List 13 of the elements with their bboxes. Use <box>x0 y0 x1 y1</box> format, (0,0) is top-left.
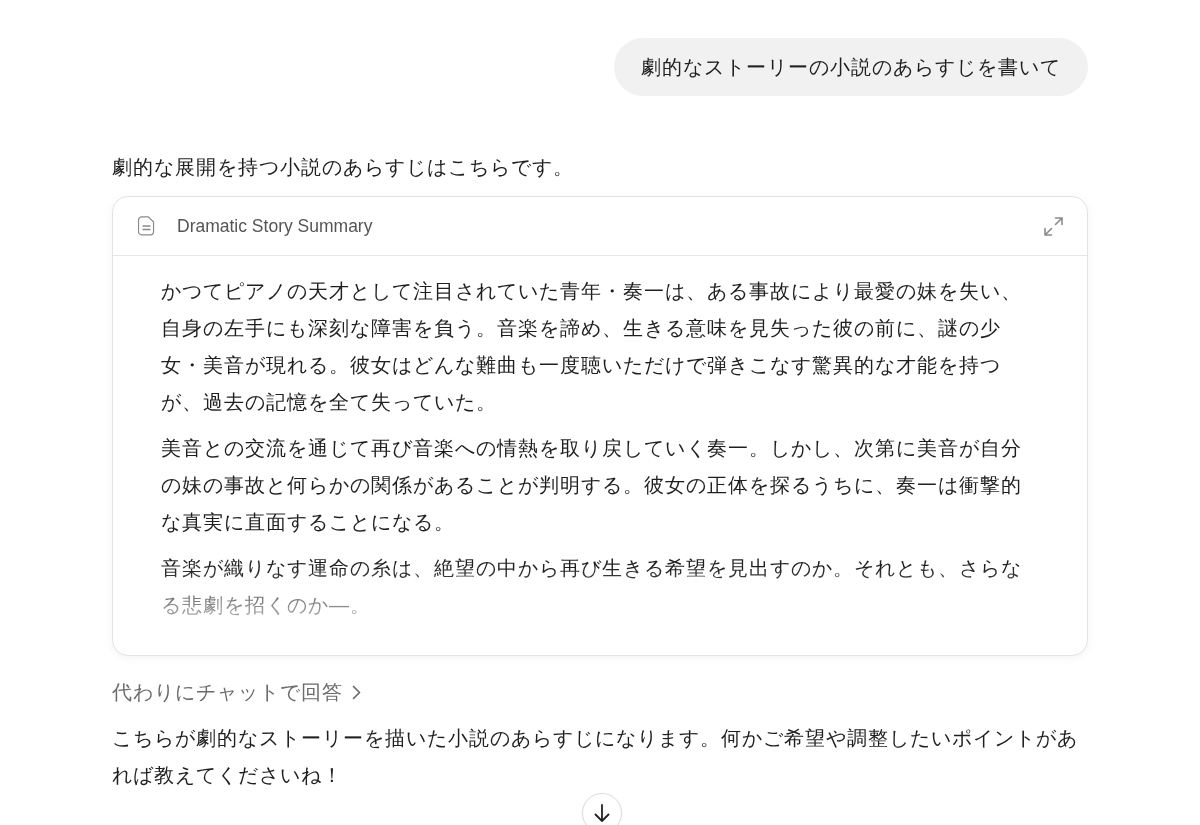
message-text: こちらが劇的なストーリーを描いた小説のあらすじになります。何かご希望や調整したいポイントがあれば教えてくださいね！ <box>112 726 1079 788</box>
chevron-right-icon <box>352 684 361 700</box>
chat-instead-link[interactable]: 代わりにチャットで回答 <box>112 677 361 707</box>
scroll-down-button[interactable] <box>582 793 622 825</box>
user-message: 劇的なストーリーの小説のあらすじを書いて <box>614 38 1088 96</box>
expand-icon[interactable] <box>1044 216 1063 236</box>
message-text: 劇的な展開を持つ小説のあらすじはこちらです。 <box>112 155 575 180</box>
artifact-paragraph: かつてピアノの天才として注目されていた青年・奏一は、ある事故により最愛の妹を失い、自身の左手にも深刻な障害を負う。音楽を諦め、生きる意味を見失った彼の前に、謎の少女・美音が現れる。彼女はどんな難曲も一度聴いただけで弾きこなす驚異的な才能を持つが、過去の記憶を全て失っていた。 <box>161 279 1023 415</box>
artifact-title: Dramatic Story Summary <box>177 214 374 238</box>
document-icon <box>138 215 155 237</box>
arrow-down-icon <box>594 804 610 822</box>
artifact-paragraph: 音楽が織りなす運命の糸は、絶望の中から再び生きる希望を見出すのか。それとも、さらなる悲劇を招くのか―。 <box>161 556 1023 618</box>
artifact-paragraph: 美音との交流を通じて再び音楽への情熱を取り戻していく奏一。しかし、次第に美音が自分の妹の事故と何らかの関係があることが判明する。彼女の正体を探るうちに、奏一は衝撃的な真実に直面することになる。 <box>161 436 1023 535</box>
